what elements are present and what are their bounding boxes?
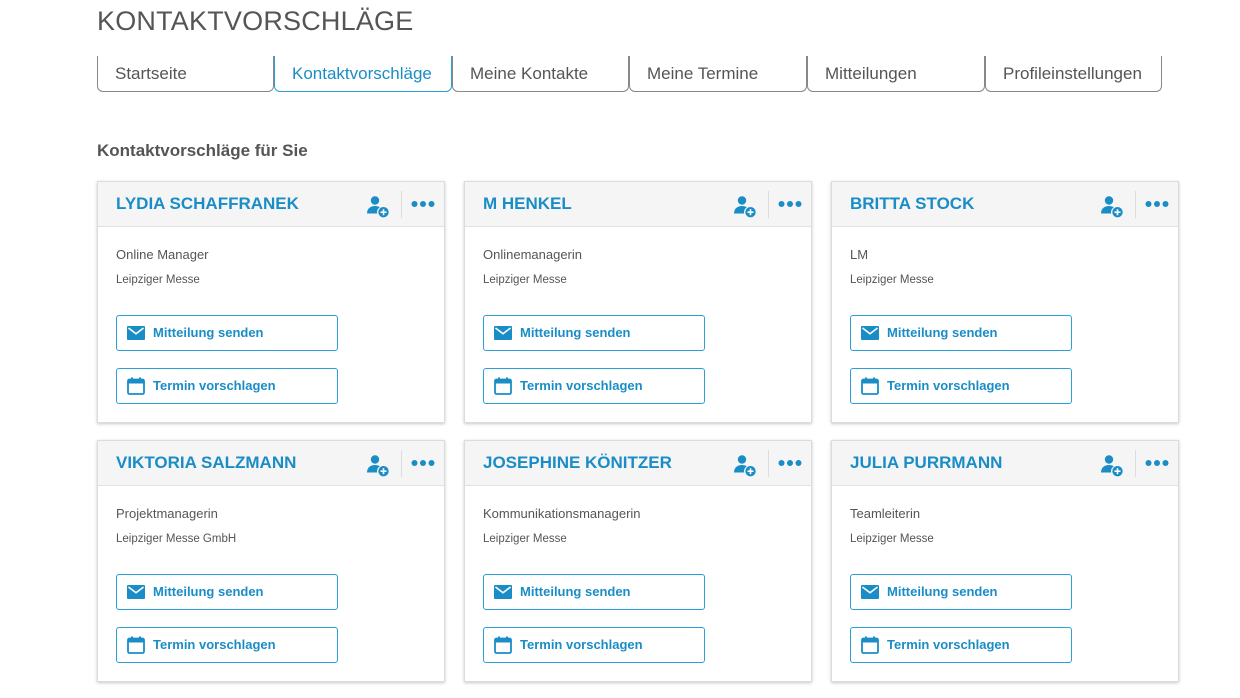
send-message-button[interactable]: Mitteilung senden (116, 315, 338, 351)
propose-appointment-label: Termin vorschlagen (887, 378, 1010, 393)
section-heading: Kontaktvorschläge für Sie (97, 141, 308, 160)
card-header: JULIA PURRMANN (832, 441, 1178, 486)
contact-company: Leipziger Messe (116, 274, 200, 286)
contact-name[interactable]: LYDIA SCHAFFRANEK (116, 194, 299, 214)
contact-company: Leipziger Messe (850, 533, 934, 545)
more-options-icon[interactable] (777, 192, 803, 216)
propose-appointment-label: Termin vorschlagen (153, 378, 276, 393)
more-options-icon[interactable] (410, 451, 436, 475)
send-message-button[interactable]: Mitteilung senden (483, 315, 705, 351)
header-divider (1135, 191, 1136, 218)
contact-card: JOSEPHINE KÖNITZER Kommunikationsmanager… (464, 440, 812, 682)
card-header: LYDIA SCHAFFRANEK (98, 182, 444, 227)
contact-role: Kommunikationsmanagerin (483, 506, 641, 521)
add-contact-icon[interactable] (733, 453, 757, 477)
tab-mitteilungen[interactable]: Mitteilungen (807, 56, 985, 92)
send-message-label: Mitteilung senden (887, 584, 998, 599)
more-options-icon[interactable] (777, 451, 803, 475)
send-message-label: Mitteilung senden (153, 584, 264, 599)
page: KONTAKTVORSCHLÄGE Startseite Kontaktvors… (0, 0, 1240, 698)
tab-profileinstellungen[interactable]: Profileinstellungen (985, 56, 1162, 92)
contact-role: Projektmanagerin (116, 506, 218, 521)
contact-company: Leipziger Messe GmbH (116, 533, 237, 545)
add-contact-icon[interactable] (733, 194, 757, 218)
propose-appointment-label: Termin vorschlagen (153, 637, 276, 652)
page-title: KONTAKTVORSCHLÄGE (97, 6, 414, 36)
propose-appointment-button[interactable]: Termin vorschlagen (850, 627, 1072, 663)
contact-role: Onlinemanagerin (483, 247, 583, 262)
contact-card: M HENKEL Onlinemanagerin Leipziger Messe (464, 181, 812, 423)
propose-appointment-label: Termin vorschlagen (887, 637, 1010, 652)
send-message-label: Mitteilung senden (887, 325, 998, 340)
envelope-icon (861, 583, 879, 601)
calendar-icon (861, 377, 879, 395)
send-message-label: Mitteilung senden (520, 584, 631, 599)
send-message-button[interactable]: Mitteilung senden (850, 315, 1072, 351)
propose-appointment-label: Termin vorschlagen (520, 637, 643, 652)
calendar-icon (861, 636, 879, 654)
card-header: JOSEPHINE KÖNITZER (465, 441, 811, 486)
contact-company: Leipziger Messe (483, 533, 567, 545)
card-header: BRITTA STOCK (832, 182, 1178, 227)
add-contact-icon[interactable] (1100, 453, 1124, 477)
contact-card: VIKTORIA SALZMANN Projektmanagerin Leipz… (97, 440, 445, 682)
contact-name[interactable]: BRITTA STOCK (850, 194, 974, 214)
contact-company: Leipziger Messe (850, 274, 934, 286)
add-contact-icon[interactable] (366, 453, 390, 477)
contact-name[interactable]: JOSEPHINE KÖNITZER (483, 453, 672, 473)
calendar-icon (494, 636, 512, 654)
envelope-icon (861, 324, 879, 342)
propose-appointment-label: Termin vorschlagen (520, 378, 643, 393)
contact-company: Leipziger Messe (483, 274, 567, 286)
more-options-icon[interactable] (410, 192, 436, 216)
propose-appointment-button[interactable]: Termin vorschlagen (483, 368, 705, 404)
card-header: VIKTORIA SALZMANN (98, 441, 444, 486)
envelope-icon (494, 583, 512, 601)
contact-card: BRITTA STOCK LM Leipziger Messe Mitteilu… (831, 181, 1179, 423)
header-divider (401, 450, 402, 477)
calendar-icon (494, 377, 512, 395)
more-options-icon[interactable] (1144, 192, 1170, 216)
tab-meine-kontakte[interactable]: Meine Kontakte (452, 56, 629, 92)
contact-name[interactable]: JULIA PURRMANN (850, 453, 1002, 473)
contact-role: LM (850, 247, 869, 262)
envelope-icon (127, 583, 145, 601)
contact-name[interactable]: VIKTORIA SALZMANN (116, 453, 296, 473)
propose-appointment-button[interactable]: Termin vorschlagen (116, 368, 338, 404)
add-contact-icon[interactable] (1100, 194, 1124, 218)
header-divider (401, 191, 402, 218)
contact-role: Online Manager (116, 247, 209, 262)
send-message-button[interactable]: Mitteilung senden (116, 574, 338, 610)
send-message-label: Mitteilung senden (153, 325, 264, 340)
envelope-icon (494, 324, 512, 342)
propose-appointment-button[interactable]: Termin vorschlagen (116, 627, 338, 663)
envelope-icon (127, 324, 145, 342)
header-divider (1135, 450, 1136, 477)
contact-card: LYDIA SCHAFFRANEK Online Manager Leipzig… (97, 181, 445, 423)
add-contact-icon[interactable] (366, 194, 390, 218)
calendar-icon (127, 636, 145, 654)
contact-name[interactable]: M HENKEL (483, 194, 572, 214)
send-message-label: Mitteilung senden (520, 325, 631, 340)
send-message-button[interactable]: Mitteilung senden (483, 574, 705, 610)
calendar-icon (127, 377, 145, 395)
tab-startseite[interactable]: Startseite (97, 56, 274, 92)
more-options-icon[interactable] (1144, 451, 1170, 475)
contact-role: Teamleiterin (850, 506, 921, 521)
propose-appointment-button[interactable]: Termin vorschlagen (483, 627, 705, 663)
contact-card: JULIA PURRMANN Teamleiterin Leipziger Me… (831, 440, 1179, 682)
header-divider (768, 450, 769, 477)
header-divider (768, 191, 769, 218)
tab-kontaktvorschlaege[interactable]: Kontaktvorschläge (274, 56, 452, 92)
send-message-button[interactable]: Mitteilung senden (850, 574, 1072, 610)
tab-meine-termine[interactable]: Meine Termine (629, 56, 807, 92)
card-header: M HENKEL (465, 182, 811, 227)
propose-appointment-button[interactable]: Termin vorschlagen (850, 368, 1072, 404)
